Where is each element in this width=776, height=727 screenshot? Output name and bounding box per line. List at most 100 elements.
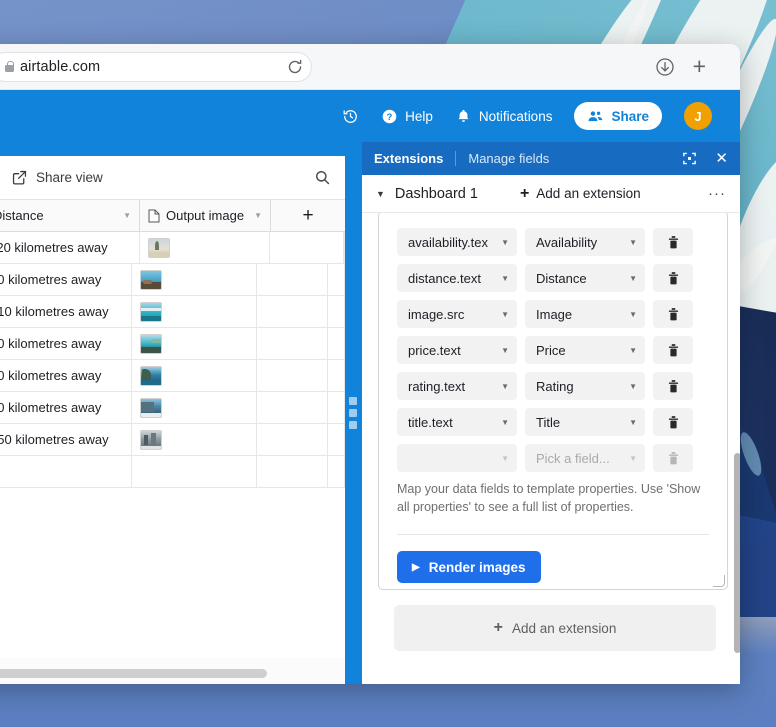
table-row-empty[interactable] (0, 456, 345, 488)
mapping-target-select[interactable]: Image ▼ (525, 300, 645, 328)
table-row[interactable]: 8,210 kilometres away (0, 360, 345, 392)
table-row[interactable]: 3,280 kilometres away (0, 392, 345, 424)
grid-column-header-output-image[interactable]: Output image ▼ (140, 200, 271, 231)
cell-overflow (328, 424, 345, 455)
share-view-button[interactable]: Share view (11, 169, 103, 186)
add-extension-button-top[interactable]: + Add an extension (520, 185, 641, 203)
mapping-source-select[interactable]: availability.tex ▼ (397, 228, 517, 256)
cell-output-image[interactable] (132, 360, 257, 391)
mapping-source-select[interactable]: price.text ▼ (397, 336, 517, 364)
cell-empty[interactable] (257, 424, 328, 455)
cell-overflow (328, 456, 345, 487)
cell-empty[interactable] (257, 456, 328, 487)
history-icon[interactable] (342, 108, 359, 125)
cell-output-image[interactable] (132, 392, 257, 423)
cell-empty[interactable] (257, 360, 328, 391)
cell-distance[interactable]: 11,320 kilometres away (0, 232, 140, 263)
mapping-target-select[interactable]: Availability ▼ (525, 228, 645, 256)
delete-mapping-button[interactable] (653, 264, 693, 292)
mapping-target-select[interactable]: Distance ▼ (525, 264, 645, 292)
cell-output-image[interactable] (140, 232, 271, 263)
table-row[interactable]: 2,170 kilometres away (0, 328, 345, 360)
mapping-target-select[interactable]: Rating ▼ (525, 372, 645, 400)
attachment-thumbnail[interactable] (139, 397, 162, 418)
delete-mapping-button (653, 444, 693, 472)
cell-distance[interactable]: 12,150 kilometres away (0, 424, 132, 455)
table-row[interactable]: 11,320 kilometres away (0, 232, 345, 264)
cell-empty[interactable] (257, 328, 328, 359)
chevron-down-icon[interactable]: ▼ (123, 211, 131, 220)
table-row[interactable]: 12,150 kilometres away (0, 424, 345, 456)
attachment-thumbnail[interactable] (139, 429, 162, 450)
cell-distance[interactable]: 10,210 kilometres away (0, 296, 132, 327)
mapping-source-select[interactable]: distance.text ▼ (397, 264, 517, 292)
cell-output-image[interactable] (132, 264, 257, 295)
table-row[interactable]: 10,210 kilometres away (0, 296, 345, 328)
tab-extensions[interactable]: Extensions (374, 151, 443, 166)
delete-mapping-button[interactable] (653, 336, 693, 364)
cell-output-image-empty[interactable] (132, 456, 257, 487)
plus-icon: + (493, 619, 503, 636)
grid-horizontal-scrollbar[interactable] (0, 669, 267, 678)
close-icon[interactable]: ✕ (715, 151, 728, 166)
expand-icon[interactable] (682, 151, 697, 166)
tab-manage-fields[interactable]: Manage fields (468, 151, 549, 166)
cell-empty[interactable] (257, 264, 328, 295)
delete-mapping-button[interactable] (653, 408, 693, 436)
table-row[interactable]: 9,840 kilometres away (0, 264, 345, 296)
delete-mapping-button[interactable] (653, 300, 693, 328)
cell-output-image[interactable] (132, 424, 257, 455)
mapping-source-select[interactable]: rating.text ▼ (397, 372, 517, 400)
mapping-source-select[interactable]: ▼ (397, 444, 517, 472)
download-icon[interactable] (655, 57, 675, 77)
extension-panel-scrollbar[interactable] (734, 453, 740, 653)
trash-icon (668, 271, 678, 284)
delete-mapping-button[interactable] (653, 372, 693, 400)
cell-empty[interactable] (270, 232, 344, 263)
play-icon: ▶ (412, 561, 420, 573)
mapping-target-select[interactable]: Title ▼ (525, 408, 645, 436)
search-icon[interactable] (314, 169, 331, 186)
reload-icon[interactable] (287, 59, 303, 75)
attachment-thumbnail[interactable] (147, 237, 170, 258)
mapping-source-select[interactable]: image.src ▼ (397, 300, 517, 328)
attachment-thumbnail[interactable] (139, 365, 162, 386)
avatar[interactable]: J (684, 102, 712, 130)
cell-empty[interactable] (257, 392, 328, 423)
grid-column-label: Distance (0, 208, 44, 223)
mapping-source-select[interactable]: title.text ▼ (397, 408, 517, 436)
chevron-down-icon[interactable]: ▼ (376, 189, 385, 199)
dashboard-bar: ▼ Dashboard 1 + Add an extension ··· (362, 175, 740, 213)
delete-mapping-button[interactable] (653, 228, 693, 256)
add-field-button[interactable]: + (271, 200, 345, 231)
render-images-button[interactable]: ▶ Render images (397, 551, 541, 583)
add-extension-button-bottom[interactable]: + Add an extension (394, 605, 716, 651)
cell-empty[interactable] (257, 296, 328, 327)
cell-distance[interactable]: 3,280 kilometres away (0, 392, 132, 423)
lock-icon (5, 61, 14, 72)
notifications-button[interactable]: Notifications (455, 108, 552, 125)
cell-distance[interactable]: 2,170 kilometres away (0, 328, 132, 359)
attachment-field-icon (148, 209, 160, 222)
cell-distance[interactable]: 9,840 kilometres away (0, 264, 132, 295)
help-button[interactable]: ? Help (381, 108, 433, 125)
attachment-thumbnail[interactable] (139, 333, 162, 354)
chevron-down-icon[interactable]: ▼ (254, 211, 262, 220)
address-bar[interactable]: airtable.com (0, 51, 312, 82)
grid-column-label: Output image (166, 208, 245, 223)
airtable-top-bar: ? Help Notifications Share J (0, 90, 740, 142)
grid-column-header-distance[interactable]: A Distance ▼ (0, 200, 140, 231)
cell-distance-empty[interactable] (0, 456, 132, 487)
new-tab-icon[interactable]: + (693, 55, 706, 78)
card-resize-handle[interactable] (713, 575, 725, 587)
more-options-button[interactable]: ··· (708, 185, 726, 202)
panel-resize-handle[interactable] (345, 142, 362, 684)
cell-output-image[interactable] (132, 296, 257, 327)
mapping-target-select[interactable]: Pick a field... ▼ (525, 444, 645, 472)
attachment-thumbnail[interactable] (139, 269, 162, 290)
cell-distance[interactable]: 8,210 kilometres away (0, 360, 132, 391)
cell-output-image[interactable] (132, 328, 257, 359)
attachment-thumbnail[interactable] (139, 301, 162, 322)
mapping-target-select[interactable]: Price ▼ (525, 336, 645, 364)
share-button[interactable]: Share (574, 102, 662, 130)
